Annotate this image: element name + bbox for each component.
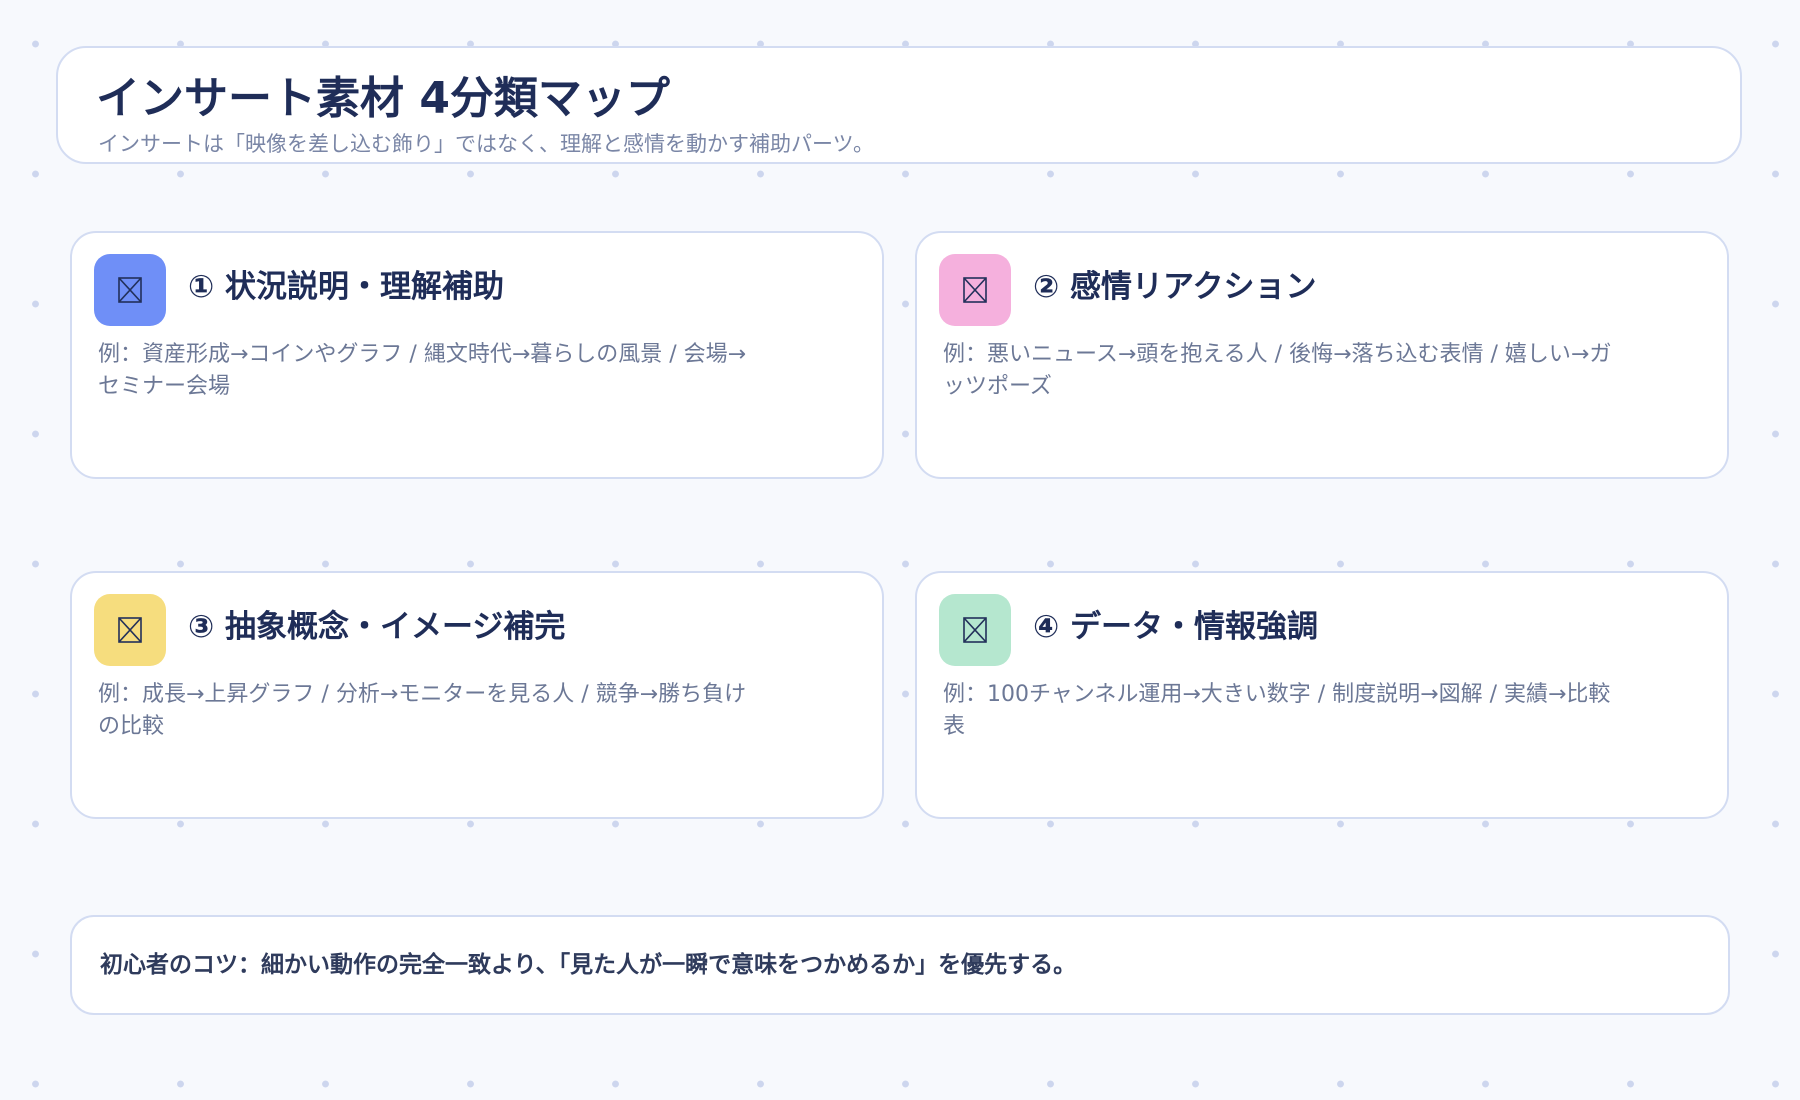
category-title: ① 状況説明・理解補助 [188, 269, 505, 305]
category-title: ③ 抽象概念・イメージ補完 [188, 609, 566, 645]
category-example: 例：100チャンネル運用→大きい数字 / 制度説明→図解 / 実績→比較表 [943, 682, 1611, 739]
image-placeholder-icon [939, 594, 1011, 666]
category-example: 例：悪いニュース→頭を抱える人 / 後悔→落ち込む表情 / 嬉しい→ガッツポーズ [943, 342, 1612, 399]
page-subtitle: インサートは「映像を差し込む飾り」ではなく、理解と感情を動かす補助パーツ。 [98, 132, 874, 156]
image-placeholder-icon [94, 594, 166, 666]
category-title: ② 感情リアクション [1033, 269, 1317, 305]
image-placeholder-icon [939, 254, 1011, 326]
category-card-abstract: ③ 抽象概念・イメージ補完 例：成長→上昇グラフ / 分析→モニターを見る人 /… [70, 571, 884, 819]
category-title: ④ データ・情報強調 [1033, 609, 1319, 645]
category-card-data: ④ データ・情報強調 例：100チャンネル運用→大きい数字 / 制度説明→図解 … [915, 571, 1729, 819]
category-example: 例：成長→上昇グラフ / 分析→モニターを見る人 / 競争→勝ち負けの比較 [98, 682, 747, 739]
page-title: インサート素材 4分類マップ [96, 73, 670, 124]
beginner-tip-text: 初心者のコツ：細かい動作の完全一致より、「見た人が一瞬で意味をつかめるか」を優先… [100, 952, 1077, 978]
category-card-situation: ① 状況説明・理解補助 例：資産形成→コインやグラフ / 縄文時代→暮らしの風景… [70, 231, 884, 479]
image-placeholder-icon [94, 254, 166, 326]
header-banner: インサート素材 4分類マップ インサートは「映像を差し込む飾り」ではなく、理解と… [56, 46, 1742, 164]
category-example: 例：資産形成→コインやグラフ / 縄文時代→暮らしの風景 / 会場→セミナー会場 [98, 342, 747, 399]
beginner-tip-box: 初心者のコツ：細かい動作の完全一致より、「見た人が一瞬で意味をつかめるか」を優先… [70, 915, 1730, 1015]
category-card-emotion: ② 感情リアクション 例：悪いニュース→頭を抱える人 / 後悔→落ち込む表情 /… [915, 231, 1729, 479]
